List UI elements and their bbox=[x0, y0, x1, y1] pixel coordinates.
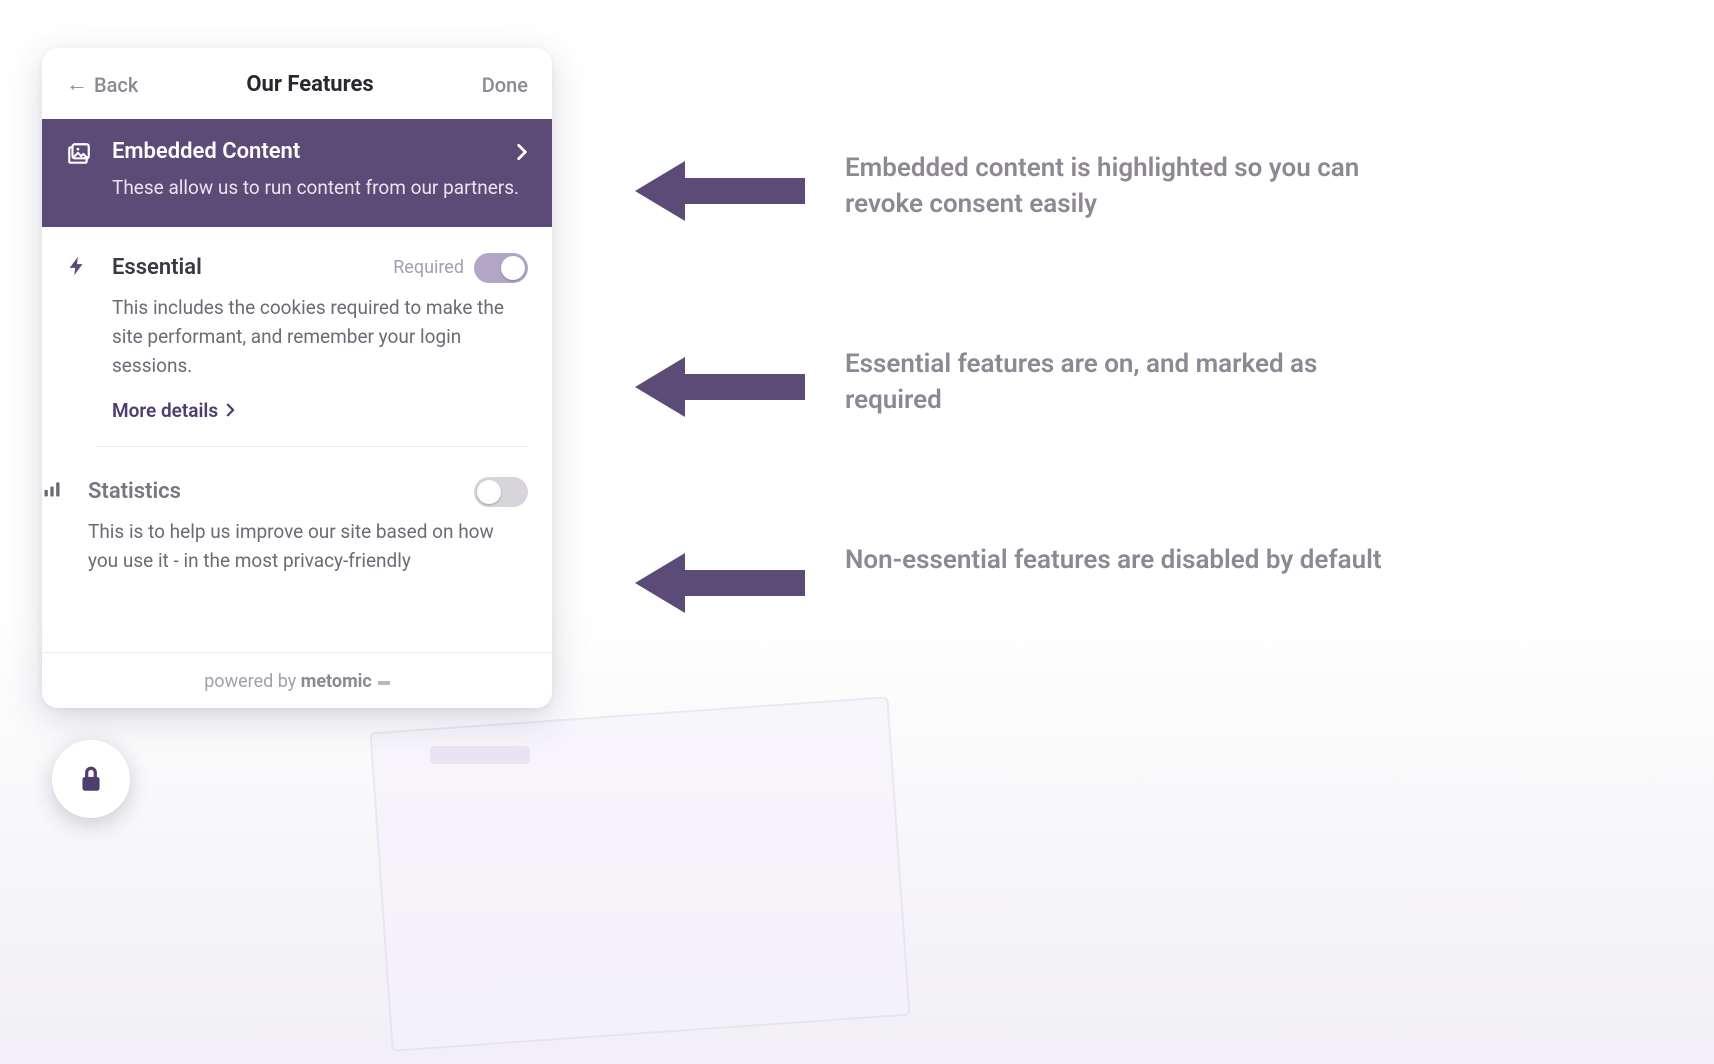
annotation-3: Non-essential features are disabled by d… bbox=[635, 542, 1405, 618]
back-label: Back bbox=[94, 73, 138, 97]
back-button[interactable]: ← Back bbox=[66, 73, 138, 97]
arrow-left-icon bbox=[635, 352, 805, 422]
chevron-right-icon bbox=[226, 403, 235, 417]
footer-brand: metomic bbox=[301, 671, 372, 692]
card-header: ← Back Our Features Done bbox=[42, 48, 552, 119]
section-essential: Essential Required This includes the coo… bbox=[42, 227, 552, 446]
bolt-icon bbox=[66, 255, 94, 422]
chevron-right-icon bbox=[516, 143, 528, 161]
statistics-desc: This is to help us improve our site base… bbox=[88, 517, 528, 576]
done-button[interactable]: Done bbox=[482, 73, 528, 97]
embedded-title: Embedded Content bbox=[112, 139, 300, 164]
embedded-desc: These allow us to run content from our p… bbox=[112, 174, 528, 203]
privacy-lock-button[interactable] bbox=[52, 740, 130, 818]
essential-title: Essential bbox=[112, 255, 202, 280]
images-icon bbox=[66, 141, 94, 203]
annotation-text: Embedded content is highlighted so you c… bbox=[845, 150, 1405, 223]
backdrop-shape-bar bbox=[430, 746, 530, 764]
annotation-text: Non-essential features are disabled by d… bbox=[845, 542, 1382, 578]
annotation-2: Essential features are on, and marked as… bbox=[635, 346, 1405, 422]
lock-icon bbox=[78, 764, 104, 794]
arrow-left-icon bbox=[635, 548, 805, 618]
section-embedded-content[interactable]: Embedded Content These allow us to run c… bbox=[42, 119, 552, 227]
more-details-link[interactable]: More details bbox=[112, 399, 235, 422]
arrow-left-icon bbox=[635, 156, 805, 226]
sections-scroll: Embedded Content These allow us to run c… bbox=[42, 119, 552, 652]
statistics-toggle[interactable] bbox=[474, 477, 528, 507]
essential-toggle bbox=[474, 253, 528, 283]
annotations: Embedded content is highlighted so you c… bbox=[635, 150, 1405, 738]
card-footer: powered by metomic bbox=[42, 652, 552, 708]
annotation-1: Embedded content is highlighted so you c… bbox=[635, 150, 1405, 226]
cursor-icon bbox=[378, 681, 390, 685]
page-title: Our Features bbox=[246, 72, 373, 97]
section-statistics: Statistics This is to help us improve ou… bbox=[96, 446, 528, 600]
statistics-title: Statistics bbox=[88, 479, 181, 504]
essential-desc: This includes the cookies required to ma… bbox=[112, 293, 528, 381]
annotation-text: Essential features are on, and marked as… bbox=[845, 346, 1405, 419]
more-details-label: More details bbox=[112, 399, 218, 422]
bars-icon bbox=[42, 479, 70, 576]
arrow-left-icon: ← bbox=[66, 74, 88, 96]
features-card: ← Back Our Features Done Embedded Con bbox=[42, 48, 552, 708]
required-label: Required bbox=[393, 257, 464, 278]
footer-prefix: powered by bbox=[204, 671, 301, 692]
